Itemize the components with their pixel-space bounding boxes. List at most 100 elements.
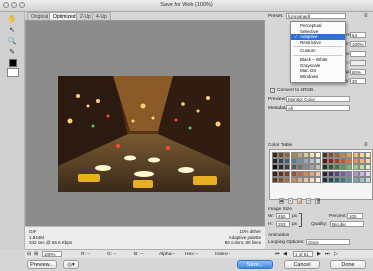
looping-options-select[interactable]: Once — [306, 239, 350, 245]
lossy-field[interactable]: 30 — [350, 78, 366, 84]
color-swatch[interactable] — [334, 170, 340, 177]
color-swatch[interactable] — [340, 158, 347, 165]
color-swatch[interactable] — [352, 152, 359, 158]
color-swatch[interactable] — [321, 170, 328, 177]
color-swatch[interactable] — [346, 164, 353, 171]
done-button[interactable]: Done — [330, 260, 366, 269]
color-swatch[interactable] — [321, 164, 328, 171]
color-swatch[interactable] — [334, 158, 340, 165]
color-table[interactable] — [269, 149, 373, 200]
tab-optimized[interactable]: Optimized — [49, 12, 80, 20]
color-swatch[interactable] — [352, 170, 359, 177]
color-swatch[interactable] — [290, 152, 297, 158]
dither-field[interactable]: 100% — [350, 41, 366, 47]
color-swatch[interactable] — [358, 152, 365, 158]
previous-frame-icon[interactable]: ◀ — [283, 251, 287, 257]
color-swatch[interactable] — [352, 176, 359, 183]
toggle-slices-visibility-icon[interactable] — [7, 68, 19, 77]
color-swatch[interactable] — [303, 152, 309, 158]
zoom-level-select[interactable]: 100% — [42, 251, 62, 257]
color-swatch[interactable] — [284, 176, 291, 183]
color-swatch[interactable] — [334, 152, 340, 158]
color-swatch[interactable] — [303, 158, 309, 165]
dropdown-item-custom[interactable]: Custom — [291, 48, 345, 54]
delete-color-icon[interactable]: 🗑 — [315, 198, 320, 204]
color-swatch[interactable] — [346, 152, 353, 158]
color-swatch[interactable] — [278, 170, 285, 177]
color-swatch[interactable] — [284, 164, 291, 171]
color-swatch[interactable] — [309, 158, 316, 165]
hand-tool-icon[interactable]: ✋ — [7, 15, 17, 24]
color-swatch[interactable] — [309, 152, 316, 158]
height-field[interactable]: 253 — [276, 221, 290, 227]
preview-in-browser-button[interactable]: Preview... — [27, 260, 57, 269]
color-swatch[interactable] — [346, 170, 353, 177]
amount-field[interactable] — [350, 60, 366, 66]
color-swatch[interactable] — [327, 152, 334, 158]
color-swatch[interactable] — [309, 170, 316, 177]
first-frame-icon[interactable]: ⏮ — [275, 251, 280, 257]
color-swatch[interactable] — [321, 152, 328, 158]
cancel-button[interactable]: Cancel — [284, 260, 320, 269]
colors-field[interactable]: 64 — [350, 32, 366, 38]
quality-select[interactable]: Bicubic — [330, 221, 364, 227]
color-swatch[interactable] — [327, 170, 334, 177]
color-swatch[interactable] — [296, 152, 303, 158]
preset-select[interactable]: [Unnamed] — [286, 13, 346, 19]
preview-color-select[interactable]: Monitor Color — [286, 96, 350, 102]
color-swatch[interactable] — [290, 164, 297, 171]
color-swatch[interactable] — [365, 158, 371, 165]
color-swatch[interactable] — [278, 164, 285, 171]
lock-color-icon[interactable]: 🔒 — [297, 198, 302, 204]
color-swatch[interactable] — [290, 170, 297, 177]
tab-4-up[interactable]: 4-Up — [92, 12, 111, 20]
color-swatch[interactable] — [340, 152, 347, 158]
save-button[interactable]: Save... — [237, 260, 273, 269]
dropdown-item-restrictive[interactable]: Restrictive — [291, 40, 345, 46]
color-swatch[interactable] — [327, 176, 334, 183]
color-swatch[interactable] — [315, 170, 322, 177]
color-swatch[interactable] — [272, 170, 278, 177]
color-swatch[interactable] — [315, 152, 322, 158]
color-swatch[interactable] — [309, 164, 316, 171]
color-swatch[interactable] — [340, 176, 347, 183]
convert-srgb-checkbox[interactable]: ✓ — [270, 88, 275, 93]
matte-select[interactable] — [350, 51, 366, 57]
map-to-transparent-icon[interactable]: ▦ — [279, 198, 284, 204]
color-swatch[interactable] — [315, 164, 322, 171]
color-swatch[interactable] — [340, 170, 347, 177]
color-reduction-dropdown[interactable]: Perceptual Selective ✓ Adaptive Restricti… — [290, 21, 346, 83]
web-snap-field[interactable]: 80% — [350, 69, 366, 75]
play-animation-icon[interactable]: ▷ — [334, 251, 338, 257]
color-swatch[interactable] — [315, 176, 322, 183]
color-swatch[interactable] — [365, 164, 371, 171]
color-swatch[interactable] — [284, 152, 291, 158]
metadata-select[interactable]: All — [286, 105, 350, 111]
color-swatch[interactable] — [321, 176, 328, 183]
color-swatch[interactable] — [278, 152, 285, 158]
color-swatch[interactable] — [284, 170, 291, 177]
zoom-plus-icon[interactable]: ⊞ — [34, 251, 38, 257]
color-swatch[interactable] — [278, 176, 285, 183]
width-field[interactable]: 450 — [276, 213, 290, 219]
color-swatch[interactable] — [352, 164, 359, 171]
panel-menu-icon[interactable]: ≡ — [364, 13, 368, 19]
color-swatch[interactable] — [365, 170, 371, 177]
color-swatch[interactable] — [296, 158, 303, 165]
dropdown-item-windows[interactable]: Windows — [291, 74, 345, 80]
last-frame-icon[interactable]: ⏭ — [325, 251, 330, 257]
percent-field[interactable]: 100 — [347, 213, 363, 219]
new-color-icon[interactable]: ＋ — [306, 198, 311, 204]
zoom-tool-icon[interactable]: 🔍 — [7, 37, 17, 46]
shift-web-palette-icon[interactable]: ◐ — [288, 198, 293, 204]
optimized-image-preview[interactable] — [58, 76, 230, 192]
color-swatch[interactable] — [334, 164, 340, 171]
color-swatch[interactable] — [358, 170, 365, 177]
color-swatch[interactable] — [358, 158, 365, 165]
browser-select-button[interactable]: ◎▾ — [63, 260, 79, 269]
color-swatch[interactable] — [327, 158, 334, 165]
eyedropper-tool-icon[interactable]: ✎ — [7, 48, 17, 57]
color-swatch[interactable] — [296, 170, 303, 177]
color-swatch[interactable] — [296, 164, 303, 171]
slice-select-tool-icon[interactable]: ↖ — [7, 26, 17, 35]
